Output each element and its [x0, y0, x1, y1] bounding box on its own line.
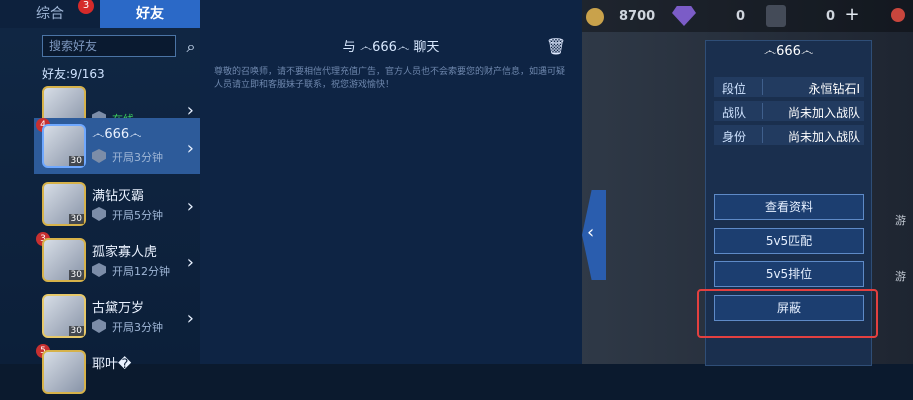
- rank-icon: [92, 263, 106, 277]
- gem-amount: 0: [736, 9, 746, 24]
- search-icon[interactable]: ⌕: [180, 36, 202, 58]
- list-item[interactable]: 30 满钻灭霸 开局5分钟 ›: [34, 176, 200, 232]
- list-item[interactable]: 4 30 ෴666෴ 开局3分钟 ›: [34, 118, 200, 174]
- divider: [762, 79, 763, 95]
- divider: [762, 103, 763, 119]
- friend-list: 在线 › 4 30 ෴666෴ 开局3分钟 › 30 满钻灭霸 开局5分钟: [34, 82, 200, 394]
- side-label: 游: [895, 270, 906, 283]
- notification-badge: 3: [78, 0, 94, 14]
- settings-icon[interactable]: [891, 8, 905, 22]
- list-item[interactable]: 30 古黛万岁 开局3分钟 ›: [34, 288, 200, 344]
- friend-name: ෴666෴: [92, 127, 142, 142]
- highlight-box: [697, 289, 878, 338]
- app: 综合 3 好友 ⌕ 好友:9/163 在线 › 4 30: [0, 0, 913, 394]
- info-row-rank: 段位 永恒钻石I: [714, 77, 864, 97]
- chevron-right-icon[interactable]: ›: [187, 308, 194, 329]
- chat-title: 与 ෴666෴ 聊天: [342, 40, 440, 55]
- friend-name: 耶叶�: [92, 357, 132, 372]
- info-value: 尚未加入战队: [787, 130, 860, 144]
- level-label: 30: [68, 214, 84, 224]
- chat-panel: 与 ෴666෴ 聊天 🗑 尊敬的召唤师，请不要相信代理充值广告，官方人员也不会索…: [200, 0, 582, 364]
- tab-friends-label: 好友: [136, 6, 164, 22]
- tab-general-label: 综合: [36, 6, 64, 22]
- friend-name: 古黛万岁: [92, 301, 145, 316]
- chevron-right-icon[interactable]: ›: [187, 252, 194, 273]
- divider: [762, 127, 763, 143]
- avatar: 30: [42, 294, 86, 338]
- info-row-identity: 身份 尚未加入战队: [714, 125, 864, 145]
- rank-icon: [92, 207, 106, 221]
- info-row-team: 战队 尚未加入战队: [714, 101, 864, 121]
- profile-name: ෴666෴: [763, 44, 814, 59]
- level-label: 30: [68, 270, 84, 280]
- search-row: ⌕: [8, 35, 196, 59]
- avatar: 30: [42, 182, 86, 226]
- info-key: 身份: [722, 130, 747, 144]
- rank-icon: [92, 149, 106, 163]
- info-key: 战队: [722, 106, 747, 120]
- level-label: 30: [68, 156, 84, 166]
- ticket-icon: [766, 5, 786, 27]
- rank-icon: [92, 319, 106, 333]
- coin-icon: [586, 8, 604, 26]
- info-key: 段位: [722, 82, 747, 96]
- ticket-amount: 0: [826, 9, 836, 24]
- friend-status: 开局3分钟: [112, 151, 163, 164]
- info-value: 永恒钻石I: [808, 82, 860, 96]
- friend-name: 孤家寡人虎: [92, 245, 158, 260]
- friend-name: 满钻灭霸: [92, 189, 145, 204]
- tab-friends[interactable]: 好友: [100, 0, 200, 28]
- chat-notice: 尊敬的召唤师，请不要相信代理充值广告，官方人员也不会索要您的财产信息，如遇可疑人…: [214, 67, 566, 90]
- avatar: 30: [42, 238, 86, 282]
- friend-status: 开局5分钟: [112, 209, 163, 222]
- friend-status: 开局12分钟: [112, 265, 170, 278]
- chevron-right-icon[interactable]: ›: [187, 196, 194, 217]
- ranked-5v5-button[interactable]: 5v5排位: [714, 261, 864, 287]
- search-input[interactable]: [42, 35, 176, 57]
- tab-bar: 综合 3 好友: [0, 0, 200, 28]
- level-label: 30: [68, 326, 84, 336]
- tab-general[interactable]: 综合 3: [0, 0, 100, 28]
- add-currency-button[interactable]: +: [843, 6, 861, 24]
- friend-status: 开局3分钟: [112, 321, 163, 334]
- list-item[interactable]: 3 30 孤家寡人虎 开局12分钟 ›: [34, 232, 200, 288]
- gold-amount: 8700: [619, 9, 656, 24]
- friend-panel: 综合 3 好友 ⌕ 好友:9/163 在线 › 4 30: [0, 0, 201, 394]
- list-item[interactable]: 5 耶叶�: [34, 344, 200, 400]
- avatar: [42, 350, 86, 394]
- chevron-right-icon[interactable]: ›: [187, 138, 194, 159]
- info-value: 尚未加入战队: [787, 106, 860, 120]
- chevron-left-icon[interactable]: ‹: [587, 222, 594, 243]
- side-label: 游: [895, 214, 906, 227]
- trash-icon[interactable]: 🗑: [545, 36, 567, 58]
- view-profile-button[interactable]: 查看资料: [714, 194, 864, 220]
- match-5v5-button[interactable]: 5v5匹配: [714, 228, 864, 254]
- avatar: 30: [42, 124, 86, 168]
